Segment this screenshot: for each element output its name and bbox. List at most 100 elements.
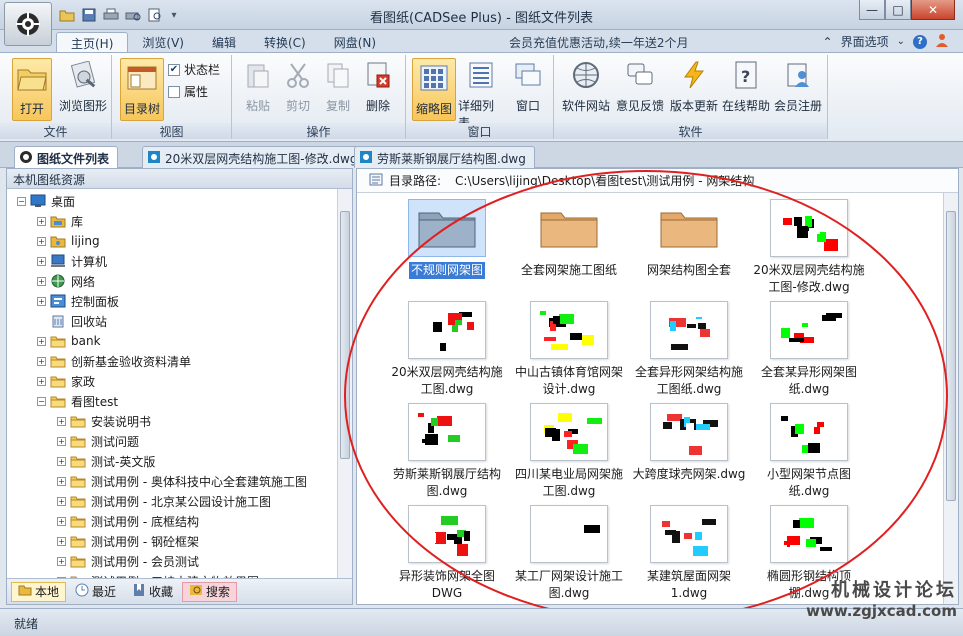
folder-item[interactable]: 全套网架施工图纸	[509, 199, 629, 279]
footer-tab-recent[interactable]: 最近	[68, 582, 123, 602]
user-icon[interactable]	[935, 33, 949, 50]
dwg-file-item[interactable]: 小型网架节点图纸.dwg	[749, 403, 869, 500]
tree-scrollbar[interactable]	[337, 189, 352, 579]
file-list-scrollbar[interactable]	[943, 193, 958, 604]
collapse-icon[interactable]: −	[17, 196, 26, 206]
expand-icon[interactable]: +	[57, 436, 66, 446]
expand-icon[interactable]: +	[37, 336, 46, 346]
statusbar-checkbox[interactable]: ✔ 状态栏	[168, 61, 220, 78]
tree-item[interactable]: + 测试问题	[57, 431, 139, 451]
tree-item[interactable]: + 创新基金验收资料清单	[37, 351, 191, 371]
tree-item-label: 网络	[71, 274, 96, 289]
collapse-ribbon-icon[interactable]: ⌃	[823, 35, 833, 49]
dwg-file-icon	[360, 151, 372, 163]
tree-item[interactable]: − 桌面	[17, 191, 75, 211]
tree-item[interactable]: + 测试-英文版	[57, 451, 155, 471]
copy-button[interactable]: 复制	[320, 58, 356, 114]
tree-item[interactable]: + 测试用例 - 北京某公园设计施工图	[57, 491, 271, 511]
online-help-button[interactable]: ? 在线帮助	[718, 58, 774, 114]
dwg-file-item[interactable]: 全套异形网架结构施工图纸.dwg	[629, 301, 749, 398]
tree-item[interactable]: + 测试用例 - 钢砼框架	[57, 531, 199, 551]
tree-item[interactable]: − 看图test	[37, 391, 118, 411]
dwg-file-item[interactable]: 劳斯莱斯钢展厅结构图.dwg	[387, 403, 507, 500]
folder-item[interactable]: 不规则网架图	[387, 199, 507, 279]
tree-item[interactable]: + 计算机	[37, 251, 107, 271]
dwg-file-item[interactable]: 全套某异形网架图纸.dwg	[749, 301, 869, 398]
tree-item[interactable]: 回收站	[37, 311, 107, 331]
footer-tab-local[interactable]: 本地	[11, 581, 67, 602]
cut-button[interactable]: 剪切	[280, 58, 316, 114]
expand-icon[interactable]: +	[57, 416, 66, 426]
tree-item-label: 测试-英文版	[91, 454, 156, 469]
dwg-file-item[interactable]: 大跨度球壳网架.dwg	[629, 403, 749, 483]
dir-tree-button[interactable]: 目录树	[120, 58, 164, 121]
scrollbar-thumb[interactable]	[340, 211, 350, 459]
expand-icon[interactable]: +	[37, 236, 46, 246]
expand-icon[interactable]: +	[37, 296, 46, 306]
tree-item[interactable]: + 测试用例 - 底框结构	[57, 511, 199, 531]
minimize-button[interactable]: —	[859, 0, 885, 20]
open-button[interactable]: 打开	[12, 58, 52, 121]
doc-tab-file-list[interactable]: 图纸文件列表	[14, 146, 119, 168]
tab-cloud[interactable]: 网盘(N)	[320, 32, 390, 52]
dwg-file-item[interactable]: 异形装饰网架全图DWG	[387, 505, 507, 602]
dwg-file-item[interactable]: 某建筑屋面网架1.dwg	[629, 505, 749, 602]
expand-icon[interactable]: +	[37, 216, 46, 226]
help-icon[interactable]: ?	[913, 34, 927, 49]
register-button[interactable]: 会员注册	[770, 58, 826, 114]
maximize-button[interactable]: □	[885, 0, 911, 20]
expand-icon[interactable]: +	[37, 356, 46, 366]
dwg-file-item[interactable]: 中山古镇体育馆网架设计.dwg	[509, 301, 629, 398]
tree-item[interactable]: + 安装说明书	[57, 411, 151, 431]
close-button[interactable]: ✕	[911, 0, 955, 20]
tree-item[interactable]: + 测试用例 - 会员测试	[57, 551, 199, 571]
detail-list-button[interactable]: 详细列表	[458, 58, 504, 131]
expand-icon[interactable]: +	[37, 256, 46, 266]
expand-icon[interactable]: +	[57, 456, 66, 466]
tree-item[interactable]: + 测试用例 - 奥体科技中心全套建筑施工图	[57, 471, 307, 491]
expand-icon[interactable]: +	[57, 476, 66, 486]
interface-options-menu[interactable]: 界面选项	[841, 33, 889, 50]
tab-edit[interactable]: 编辑	[198, 32, 250, 52]
footer-tab-search[interactable]: 搜索	[182, 581, 238, 602]
doc-tab-drawing-2[interactable]: 劳斯莱斯钢展厅结构图.dwg	[354, 146, 535, 168]
tree-item[interactable]: + 控制面板	[37, 291, 119, 311]
tree-item[interactable]: + bank	[37, 331, 101, 351]
tree-item[interactable]: + 家政	[37, 371, 95, 391]
dwg-file-item[interactable]: 20米双层网壳结构施工图.dwg	[387, 301, 507, 398]
collapse-icon[interactable]: −	[37, 396, 46, 406]
delete-icon	[361, 58, 395, 92]
paste-button[interactable]: 粘贴	[240, 58, 276, 114]
path-value[interactable]: C:\Users\lijing\Desktop\看图test\测试用例 - 网架…	[455, 172, 754, 189]
expand-icon[interactable]: +	[37, 376, 46, 386]
tab-home[interactable]: 主页(H)	[56, 32, 129, 52]
browse-drawing-button[interactable]: 浏览图形	[58, 58, 108, 114]
tab-browse[interactable]: 浏览(V)	[128, 32, 198, 52]
expand-icon[interactable]: +	[37, 276, 46, 286]
thumbnail-view-button[interactable]: 缩略图	[412, 58, 456, 121]
promo-link[interactable]: 会员充值优惠活动,续一年送2个月	[509, 34, 688, 51]
folder-item[interactable]: 网架结构图全套	[629, 199, 749, 279]
doc-tab-drawing-1[interactable]: 20米双层网壳结构施工图-修改.dwg	[142, 146, 367, 168]
window-menu-button[interactable]: 窗口	[510, 58, 546, 114]
tree-item[interactable]: + lijing	[37, 231, 100, 251]
expand-icon[interactable]: +	[57, 556, 66, 566]
tab-convert[interactable]: 转换(C)	[250, 32, 320, 52]
file-name-label: 中山古镇体育馆网架设计.dwg	[514, 365, 623, 396]
app-menu-button[interactable]	[4, 2, 52, 46]
properties-checkbox[interactable]: 属性	[168, 83, 208, 100]
dwg-file-item[interactable]: 四川某电业局网架施工图.dwg	[509, 403, 629, 500]
tree-item[interactable]: + 库	[37, 211, 83, 231]
update-button[interactable]: 版本更新	[666, 58, 722, 114]
feedback-button[interactable]: 意见反馈	[612, 58, 668, 114]
dwg-file-item[interactable]: 某工厂网架设计施工图.dwg	[509, 505, 629, 602]
website-button[interactable]: 软件网站	[558, 58, 614, 114]
dwg-file-item[interactable]: 20米双层网壳结构施工图-修改.dwg	[749, 199, 869, 296]
expand-icon[interactable]: +	[57, 496, 66, 506]
tree-item[interactable]: + 网络	[37, 271, 95, 291]
footer-tab-favorites[interactable]: 收藏	[125, 582, 180, 602]
expand-icon[interactable]: +	[57, 536, 66, 546]
scrollbar-thumb[interactable]	[946, 211, 956, 501]
expand-icon[interactable]: +	[57, 516, 66, 526]
delete-button[interactable]: 删除	[360, 58, 396, 114]
